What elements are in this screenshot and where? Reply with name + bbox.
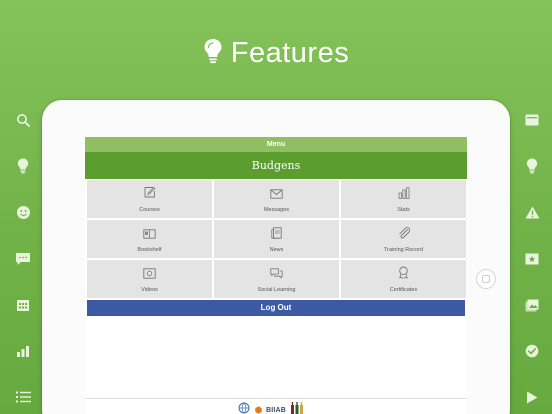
tile-label: Social Learning <box>257 286 296 293</box>
warning-icon <box>520 200 544 224</box>
messages-tile[interactable]: Messages <box>214 180 339 218</box>
pencil-edit-icon <box>143 186 156 204</box>
stats-tile[interactable]: Stats <box>341 180 466 218</box>
page-title: Features <box>230 36 350 69</box>
menu-title: Menu <box>85 137 467 152</box>
tile-label: Certificates <box>389 286 418 293</box>
lightbulb-icon <box>11 154 35 178</box>
smiley-icon <box>11 200 35 224</box>
brand-name: Budgens <box>85 152 467 179</box>
paperclip-icon <box>398 226 410 244</box>
award-icon <box>398 266 409 284</box>
tile-label: Videos <box>141 286 158 293</box>
photo-icon <box>520 293 544 317</box>
chat-icon <box>11 247 35 271</box>
videos-tile[interactable]: Videos <box>87 260 212 298</box>
tile-label: Messages <box>263 206 290 213</box>
globe-logo-icon <box>237 401 251 414</box>
lightbulb-icon <box>203 38 223 69</box>
biiab-logo-icon <box>255 401 262 414</box>
news-tile[interactable]: News <box>214 220 339 258</box>
tile-label: Training Record <box>384 246 423 253</box>
envelope-icon <box>270 186 283 204</box>
training-record-tile[interactable]: Training Record <box>341 220 466 258</box>
social-learning-tile[interactable]: Social Learning <box>214 260 339 298</box>
lightbulb-icon <box>520 154 544 178</box>
footer-logos: BIIAB <box>237 401 304 414</box>
card-icon <box>520 108 544 132</box>
tile-label: Bookshelf <box>137 246 162 253</box>
bar-chart-icon <box>11 339 35 363</box>
tile-label: News <box>269 246 284 253</box>
search-icon <box>11 108 35 132</box>
footer-divider <box>85 398 467 399</box>
video-icon <box>143 266 156 284</box>
feature-grid: Courses Messages Stats Bookshelf News Tr… <box>85 179 467 298</box>
certificates-tile[interactable]: Certificates <box>341 260 466 298</box>
calendar-icon <box>11 293 35 317</box>
certificate-icon <box>520 247 544 271</box>
app-screen: Menu Budgens Courses Messages Stats Book… <box>85 137 467 414</box>
tile-label: Courses <box>139 206 160 213</box>
home-button[interactable] <box>476 269 496 289</box>
chat-bubbles-icon <box>270 266 283 284</box>
list-icon <box>11 385 35 409</box>
log-out-button[interactable]: Log Out <box>87 300 465 316</box>
bookshelf-tile[interactable]: Bookshelf <box>87 220 212 258</box>
page-header: Features <box>0 36 552 70</box>
bar-chart-icon <box>398 186 410 204</box>
tile-label: Stats <box>397 206 410 213</box>
checkmark-icon <box>520 339 544 363</box>
courses-tile[interactable]: Courses <box>87 180 212 218</box>
newspaper-icon <box>271 226 282 244</box>
book-icon <box>143 226 156 244</box>
play-icon <box>520 385 544 409</box>
biiab-logo-text: BIIAB <box>266 406 287 414</box>
bottles-logo-icon <box>290 401 304 414</box>
